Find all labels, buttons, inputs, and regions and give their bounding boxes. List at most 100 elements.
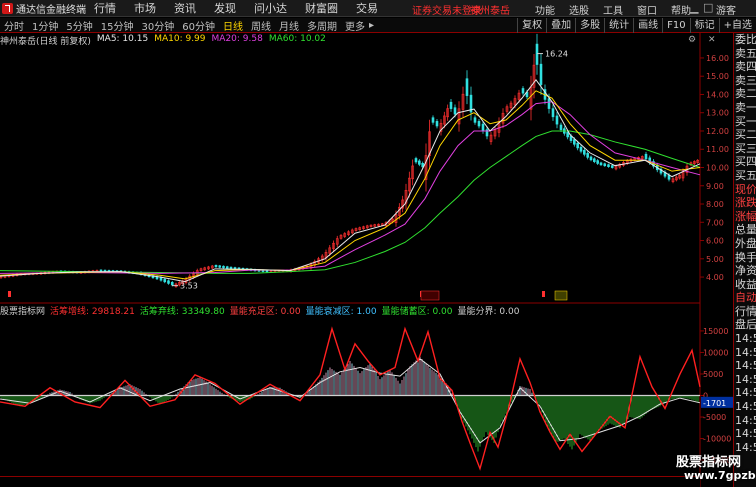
indicator-value-1: 活筹增线: 29818.21	[50, 307, 135, 317]
period-monthly[interactable]: 月线	[279, 18, 299, 33]
guest-label[interactable]: 游客	[716, 2, 736, 17]
candle-body	[431, 117, 435, 123]
candle-body	[593, 158, 596, 162]
sidebar-item[interactable]: 自动	[734, 291, 756, 305]
sidebar-item: 换手	[735, 250, 756, 264]
period-30min[interactable]: 30分钟	[141, 18, 174, 33]
overlay-button[interactable]: 叠加	[546, 18, 575, 33]
sidebar-item: 14:50	[735, 400, 756, 414]
ma10-label: MA10: 9.99	[154, 34, 206, 44]
sidebar-item[interactable]: 行情	[734, 305, 756, 319]
price-tick-label: 9.00	[706, 182, 724, 191]
indicator-value-4: 量能衰减区: 1.00	[305, 307, 377, 317]
menu-tools[interactable]: 工具	[603, 2, 623, 17]
period-15min[interactable]: 15分钟	[101, 18, 134, 33]
sidebar-item: 卖四	[735, 60, 756, 74]
ind-tick-label: 15000	[703, 327, 728, 336]
stock-chart-area[interactable]: 16.00 15.00 14.00 13.00 12.00 11.00 10.00 9.00 8…	[0, 33, 733, 487]
candle-body	[481, 123, 485, 131]
ma20-label: MA20: 9.58	[211, 34, 263, 44]
indicator-value-3: 量能充足区: 0.00	[229, 307, 301, 317]
candle-body	[589, 156, 593, 161]
chart-right-buttons: 复权 叠加 多股 统计 画线 F10 标记 +自选	[517, 18, 756, 33]
menu-ask[interactable]: 问小达	[254, 0, 287, 16]
candle-body	[214, 264, 218, 268]
period-5min[interactable]: 5分钟	[66, 18, 92, 33]
candle-body	[610, 165, 614, 168]
more-dropdown-icon[interactable]: ▸	[369, 20, 374, 31]
menu-discover[interactable]: 发现	[214, 0, 236, 16]
add-favorite-button[interactable]: +自选	[718, 18, 756, 33]
candle-body	[599, 162, 603, 166]
candle-body	[159, 277, 163, 281]
menu-help[interactable]: 帮助	[671, 2, 691, 17]
ind-tick-label: 10000	[703, 348, 728, 357]
candle-body	[449, 101, 453, 109]
price-tick-label: 12.00	[706, 127, 729, 136]
menu-wealth[interactable]: 财富圈	[305, 0, 338, 16]
f10-button[interactable]: F10	[662, 18, 689, 33]
sidebar-item: 14:50	[735, 427, 756, 441]
sidebar-item: 卖二	[735, 87, 756, 101]
maximize-icon[interactable]: □	[703, 1, 713, 14]
menu-news[interactable]: 资讯	[174, 0, 196, 16]
sidebar-item: 14:50	[735, 386, 756, 400]
period-timeshare[interactable]: 分时	[4, 18, 24, 33]
period-weekly[interactable]: 周线	[251, 18, 271, 33]
menu-market[interactable]: 市场	[134, 0, 156, 16]
sidebar-item: 外盘	[735, 236, 756, 250]
ind-tick-label: -5000	[703, 413, 726, 422]
menu-trade[interactable]: 交易	[356, 0, 378, 16]
indicator-value-5: 量能储蓄区: 0.00	[381, 307, 453, 317]
ma5-label: MA5: 10.15	[96, 34, 149, 44]
price-annotation: 3.53	[180, 282, 198, 291]
period-multi[interactable]: 多周期	[307, 18, 337, 33]
menu-window[interactable]: 窗口	[637, 2, 657, 17]
chart-close-icon[interactable]: ✕	[708, 35, 716, 45]
watermark-url: www.7gpzb.com	[684, 469, 756, 482]
statistics-button[interactable]: 统计	[604, 18, 633, 33]
menu-quotes[interactable]: 行情	[94, 0, 116, 16]
candle-body	[576, 142, 579, 149]
event-marker-box	[420, 290, 440, 301]
price-tick-label: 14.00	[706, 90, 729, 99]
multi-stock-button[interactable]: 多股	[575, 18, 604, 33]
quote-sidebar: 委比 卖五 卖四 卖三 卖二 卖一 买一 买二 买三 买四 买五 现价 涨跌 涨幅 总量 外盘 换手 净资 收益 自动…	[733, 33, 756, 487]
sidebar-item: 14:50	[735, 332, 756, 346]
draw-line-button[interactable]: 画线	[633, 18, 662, 33]
candle-body	[435, 121, 439, 127]
candle-body	[573, 139, 576, 145]
candle-body	[465, 78, 469, 96]
candle-body	[453, 107, 457, 115]
indicator-value-6: 量能分界: 0.00	[457, 307, 520, 317]
sidebar-item: 收益	[735, 277, 756, 291]
candle-body	[222, 265, 225, 269]
candle-body	[596, 160, 599, 164]
period-60min[interactable]: 60分钟	[182, 18, 215, 33]
mark-button[interactable]: 标记	[689, 18, 719, 33]
period-daily[interactable]: 日线	[223, 18, 243, 33]
event-marker	[542, 291, 545, 297]
sidebar-item: 现价	[735, 182, 756, 196]
price-tick-label: 4.00	[706, 273, 724, 282]
candle-body	[418, 160, 421, 165]
candle-body	[586, 152, 589, 158]
menu-select-stock[interactable]: 选股	[569, 2, 589, 17]
chart-settings-icon[interactable]: ⚙	[688, 35, 696, 45]
restore-button[interactable]: 复权	[517, 18, 546, 33]
price-info-line: 神州泰岳(日线 前复权) MA5: 10.15 MA10: 9.99 MA20:…	[0, 34, 700, 47]
sidebar-item[interactable]: 盘后	[734, 318, 756, 332]
top-right-menu: 功能 选股 工具 窗口 帮助	[535, 2, 691, 17]
minimize-icon[interactable]: ▁	[690, 1, 698, 14]
period-more[interactable]: 更多	[345, 18, 365, 33]
candle-body	[473, 117, 477, 123]
ind-tick-label: -10000	[703, 435, 731, 444]
chart-background	[0, 33, 733, 487]
period-1min[interactable]: 1分钟	[32, 18, 58, 33]
candle-body	[539, 63, 543, 85]
candle-body	[414, 158, 418, 163]
candle-body	[559, 124, 563, 130]
indicator-name[interactable]: 股票指标网	[0, 304, 45, 317]
menu-function[interactable]: 功能	[535, 2, 555, 17]
price-tick-label: 13.00	[706, 109, 729, 118]
